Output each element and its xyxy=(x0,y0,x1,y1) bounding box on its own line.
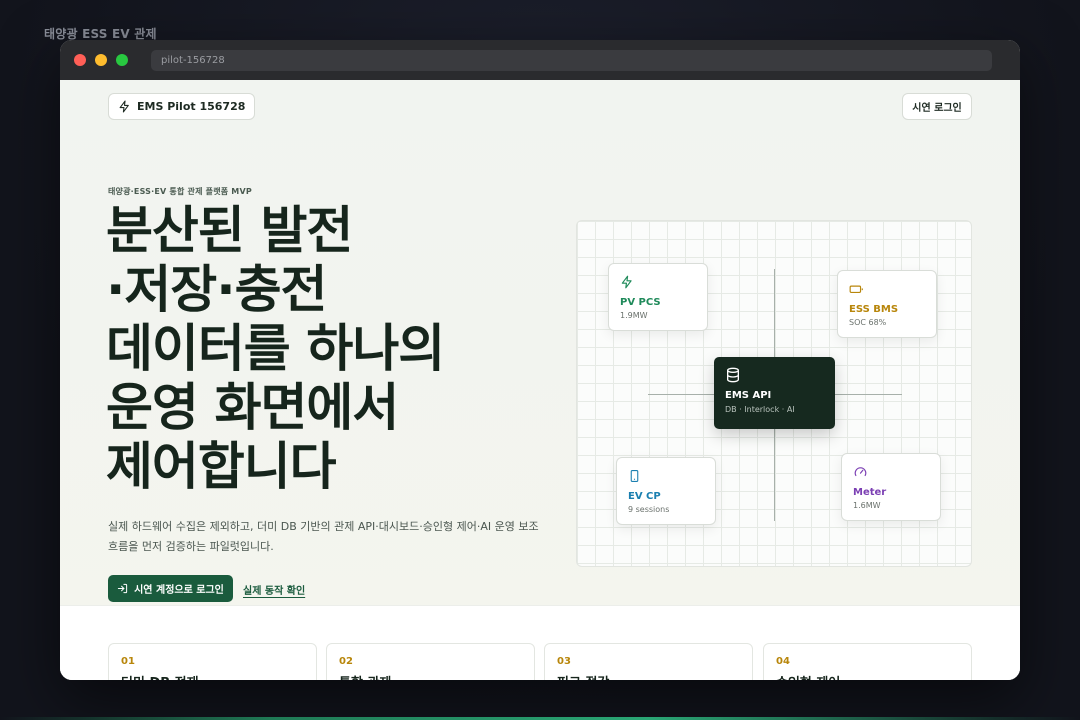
feature-number: 01 xyxy=(121,656,135,667)
feature-number: 02 xyxy=(339,656,353,667)
description-line: 실제 하드웨어 수집은 제외하고, 더미 DB 기반의 관제 API·대시보드·… xyxy=(108,520,539,533)
headline-line: 운영 화면에서 xyxy=(106,379,399,438)
hero-eyebrow: 태양광·ESS·EV 통합 관제 플랫폼 MVP xyxy=(108,187,252,196)
demo-login-button[interactable]: 시연 로그인 xyxy=(902,93,972,120)
feature-card: 04 승인형 제어 xyxy=(763,643,972,680)
ess-bms-node[interactable]: ESS BMS SOC 68% xyxy=(837,270,937,338)
node-label: PV PCS xyxy=(620,297,661,308)
battery-icon xyxy=(849,285,863,294)
maximize-window-button[interactable] xyxy=(116,54,128,66)
brand-logo-button[interactable]: EMS Pilot 156728 xyxy=(108,93,256,120)
ems-api-node[interactable]: EMS API DB · Interlock · AI xyxy=(714,357,835,429)
node-value: 1.6MW xyxy=(853,501,881,510)
login-arrow-icon xyxy=(117,583,128,594)
feature-title: 더미 DB 적재 xyxy=(121,672,304,680)
description-line: 흐름을 먼저 검증하는 파일럿입니다. xyxy=(108,540,274,553)
demo-account-login-button[interactable]: 시연 계정으로 로그인 xyxy=(108,575,233,602)
feature-card: 03 피크 절감 xyxy=(544,643,753,680)
node-label: EMS API xyxy=(725,390,772,401)
hero-headline: 분산된 발전 ·저장·충전 데이터를 하나의 운영 화면에서 제어합니다 xyxy=(106,202,526,497)
hero-description: 실제 하드웨어 수집은 제외하고, 더미 DB 기반의 관제 API·대시보드·… xyxy=(108,517,548,557)
node-value: DB · Interlock · AI xyxy=(725,405,795,414)
cta-label: 시연 계정으로 로그인 xyxy=(134,585,224,596)
page-content: EMS Pilot 156728 시연 로그인 태양광·ESS·EV 통합 관제… xyxy=(60,80,1020,680)
node-label: Meter xyxy=(853,487,887,498)
browser-titlebar: pilot-156728 xyxy=(60,40,1020,80)
feature-card: 01 더미 DB 적재 xyxy=(108,643,317,680)
browser-window: pilot-156728 EMS Pilot 156728 시연 로그인 태양광… xyxy=(60,40,1020,680)
headline-line: 데이터를 하나의 xyxy=(106,320,445,379)
close-window-button[interactable] xyxy=(74,54,86,66)
feature-title: 통합 관제 xyxy=(339,672,522,680)
feature-section: 01 더미 DB 적재 02 통합 관제 03 피크 절감 04 승인형 제어 xyxy=(60,605,1020,680)
node-label: ESS BMS xyxy=(849,304,899,315)
node-value: SOC 68% xyxy=(849,318,887,327)
bolt-icon xyxy=(119,100,129,113)
node-label: EV CP xyxy=(628,491,661,502)
headline-line: 분산된 발전 xyxy=(106,202,353,261)
bolt-icon xyxy=(621,275,632,289)
meter-node[interactable]: Meter 1.6MW xyxy=(841,453,941,521)
database-icon xyxy=(727,367,739,383)
phone-icon xyxy=(630,470,639,482)
feature-number: 04 xyxy=(776,656,790,667)
feature-title: 승인형 제어 xyxy=(776,672,959,680)
feature-number: 03 xyxy=(557,656,571,667)
pv-pcs-node[interactable]: PV PCS 1.9MW xyxy=(608,263,708,331)
brand-label: EMS Pilot 156728 xyxy=(137,100,246,113)
feature-title: 피크 절감 xyxy=(557,672,740,680)
system-diagram: PV PCS 1.9MW ESS BMS SOC 68% EMS API DB … xyxy=(576,220,972,567)
minimize-window-button[interactable] xyxy=(95,54,107,66)
node-value: 9 sessions xyxy=(628,505,670,514)
headline-line: 제어합니다 xyxy=(106,438,337,497)
check-live-demo-link[interactable]: 실제 동작 확인 xyxy=(243,582,305,597)
node-value: 1.9MW xyxy=(620,311,648,320)
gauge-icon xyxy=(854,467,867,477)
address-bar[interactable]: pilot-156728 xyxy=(151,50,992,71)
headline-line: ·저장·충전 xyxy=(106,261,327,320)
ev-cp-node[interactable]: EV CP 9 sessions xyxy=(616,457,716,525)
feature-card: 02 통합 관제 xyxy=(326,643,535,680)
